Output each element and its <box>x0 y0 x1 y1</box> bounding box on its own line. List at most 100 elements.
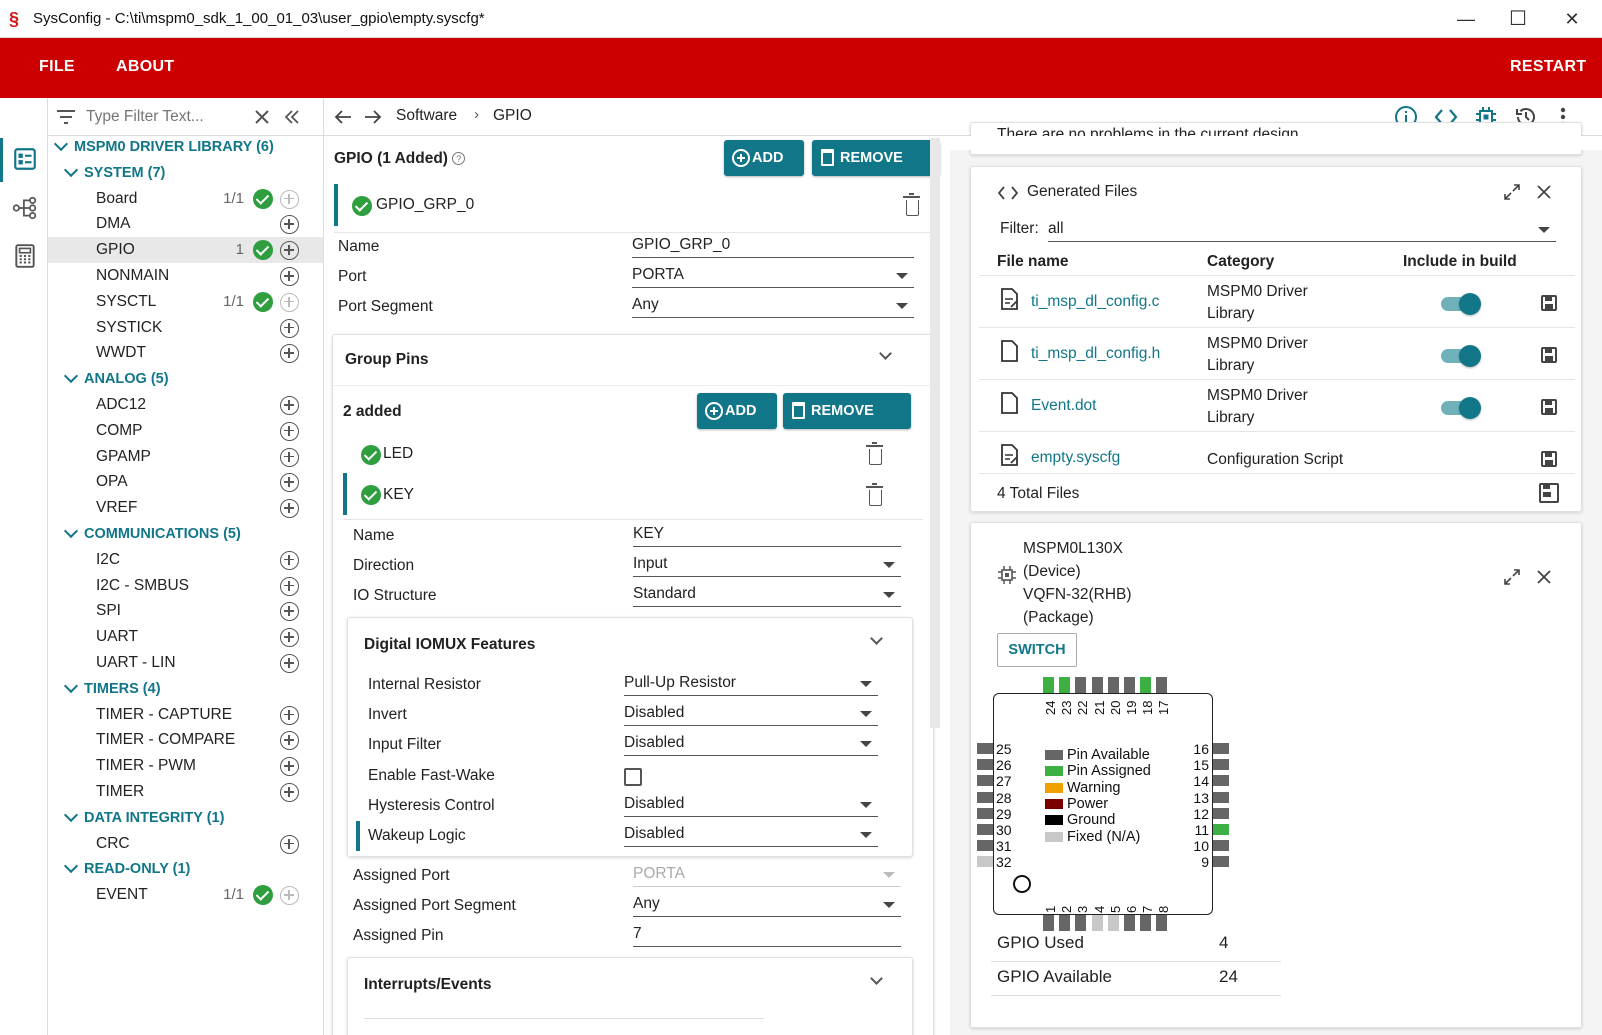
about-menu-button[interactable]: ABOUT <box>116 58 174 76</box>
pin-2[interactable] <box>1059 915 1071 931</box>
file-link-event-dot[interactable]: Event.dot <box>1031 397 1097 415</box>
delete-instance-icon[interactable] <box>903 193 920 216</box>
restart-button[interactable]: RESTART <box>1510 58 1586 76</box>
add-circle-icon[interactable] <box>280 757 299 777</box>
field-checkbox-enable-fast-wake[interactable] <box>624 768 642 786</box>
tree-item-crc[interactable]: CRC <box>48 831 323 857</box>
add-circle-icon[interactable] <box>280 834 299 854</box>
add-gpio-button[interactable]: ADD <box>724 140 804 176</box>
tree-item-event[interactable]: EVENT 1/1 <box>48 882 323 908</box>
field-value-assigned-pin[interactable]: 7 <box>633 925 901 947</box>
add-circle-icon[interactable] <box>280 783 299 802</box>
pin-led[interactable]: LED <box>383 445 413 463</box>
add-circle-icon[interactable] <box>280 318 299 338</box>
include-in-build-toggle[interactable] <box>1441 397 1481 419</box>
tree-item-uart[interactable]: UART <box>48 624 323 650</box>
tree-group-read-only-1[interactable]: READ-ONLY (1) <box>48 856 323 882</box>
pin-21[interactable] <box>1091 677 1103 693</box>
field-value-port[interactable]: PORTA <box>632 266 914 288</box>
tree-group-system-7[interactable]: SYSTEM (7) <box>48 160 323 186</box>
file-link-ti-msp-dl-config-c[interactable]: ti_msp_dl_config.c <box>1031 293 1159 311</box>
save-file-icon[interactable] <box>1541 399 1557 415</box>
group-pins-collapse-icon[interactable] <box>879 347 892 360</box>
instance-name[interactable]: GPIO_GRP_0 <box>376 196 474 214</box>
tree-item-gpamp[interactable]: GPAMP <box>48 444 323 470</box>
tree-item-gpio[interactable]: GPIO 1 <box>48 237 323 264</box>
save-file-icon[interactable] <box>1541 451 1557 467</box>
iomux-collapse-icon[interactable] <box>870 632 883 645</box>
pin-20[interactable] <box>1107 677 1119 693</box>
field-value-io-structure[interactable]: Standard <box>633 585 901 607</box>
tree-group-communications-5[interactable]: COMMUNICATIONS (5) <box>48 521 323 547</box>
pin-13[interactable] <box>1213 791 1229 803</box>
close-window-button[interactable]: ✕ <box>1558 6 1586 32</box>
tree-group-timers-4[interactable]: TIMERS (4) <box>48 676 323 702</box>
add-circle-icon[interactable] <box>280 447 299 467</box>
minimize-button[interactable]: — <box>1452 6 1480 32</box>
tree-item-uart-lin[interactable]: UART - LIN <box>48 650 323 676</box>
help-icon[interactable]: ? <box>452 152 466 166</box>
pin-25[interactable] <box>977 743 993 754</box>
field-value-name[interactable]: KEY <box>633 525 901 547</box>
tree-item-vref[interactable]: VREF <box>48 495 323 521</box>
tree-item-comp[interactable]: COMP <box>48 418 323 444</box>
add-circle-icon[interactable] <box>280 421 299 441</box>
clear-filter-icon[interactable] <box>254 109 270 125</box>
include-in-build-toggle[interactable] <box>1441 293 1481 315</box>
save-file-icon[interactable] <box>1541 295 1557 311</box>
add-circle-icon[interactable] <box>280 602 299 622</box>
file-menu-button[interactable]: FILE <box>39 58 75 76</box>
pin-10[interactable] <box>1213 840 1229 852</box>
pin-31[interactable] <box>977 840 993 852</box>
config-scrollbar[interactable] <box>930 138 940 728</box>
tree-item-timer[interactable]: TIMER <box>48 779 323 805</box>
software-view-icon[interactable] <box>12 146 38 172</box>
add-circle-icon[interactable] <box>280 705 299 725</box>
tree-item-spi[interactable]: SPI <box>48 598 323 624</box>
add-circle-icon[interactable] <box>280 576 299 596</box>
field-value-wakeup-logic[interactable]: Disabled <box>624 825 878 847</box>
pin-27[interactable] <box>977 775 993 787</box>
pin-1[interactable] <box>1043 915 1054 931</box>
field-value-hysteresis-control[interactable]: Disabled <box>624 795 878 817</box>
forward-arrow-icon[interactable] <box>364 109 382 125</box>
pin-9[interactable] <box>1213 856 1229 868</box>
filter-input[interactable] <box>86 104 246 130</box>
pin-19[interactable] <box>1124 677 1135 693</box>
add-circle-icon[interactable] <box>280 189 299 209</box>
calculator-view-icon[interactable] <box>12 243 38 269</box>
tree-item-sysctl[interactable]: SYSCTL 1/1 <box>48 289 323 315</box>
maximize-button[interactable]: ☐ <box>1504 6 1532 32</box>
pin-17[interactable] <box>1156 677 1168 693</box>
tree-item-timer-compare[interactable]: TIMER - COMPARE <box>48 727 323 753</box>
tree-item-opa[interactable]: OPA <box>48 469 323 495</box>
field-value-invert[interactable]: Disabled <box>624 704 878 726</box>
add-circle-icon[interactable] <box>280 292 299 312</box>
tree-library[interactable]: MSPM0 DRIVER LIBRARY (6) <box>48 134 323 160</box>
tree-item-systick[interactable]: SYSTICK <box>48 315 323 341</box>
remove-all-pins-button[interactable]: REMOVE ALL <box>783 393 911 455</box>
pin-6[interactable] <box>1124 915 1135 931</box>
add-pin-button[interactable]: ADD <box>697 393 777 429</box>
tree-item-board[interactable]: Board 1/1 <box>48 186 323 212</box>
delete-pin-led-icon[interactable] <box>866 442 883 465</box>
save-file-icon[interactable] <box>1541 347 1557 363</box>
pin-22[interactable] <box>1075 677 1087 693</box>
pin-5[interactable] <box>1107 915 1119 931</box>
add-circle-icon[interactable] <box>280 550 299 570</box>
pin-23[interactable] <box>1059 677 1071 693</box>
add-circle-icon[interactable] <box>280 886 299 906</box>
pin-24[interactable] <box>1043 677 1054 693</box>
pin-15[interactable] <box>1213 759 1229 771</box>
add-circle-icon[interactable] <box>280 473 299 493</box>
tree-item-nonmain[interactable]: NONMAIN <box>48 263 323 289</box>
pin-7[interactable] <box>1140 915 1152 931</box>
pin-26[interactable] <box>977 759 993 771</box>
field-value-direction[interactable]: Input <box>633 555 901 577</box>
pin-4[interactable] <box>1091 915 1103 931</box>
remove-all-gpio-button[interactable]: REMOVE ALL <box>812 140 940 202</box>
pin-29[interactable] <box>977 807 993 819</box>
pin-16[interactable] <box>1213 743 1229 754</box>
pin-32[interactable] <box>977 856 993 868</box>
pin-30[interactable] <box>977 824 993 835</box>
